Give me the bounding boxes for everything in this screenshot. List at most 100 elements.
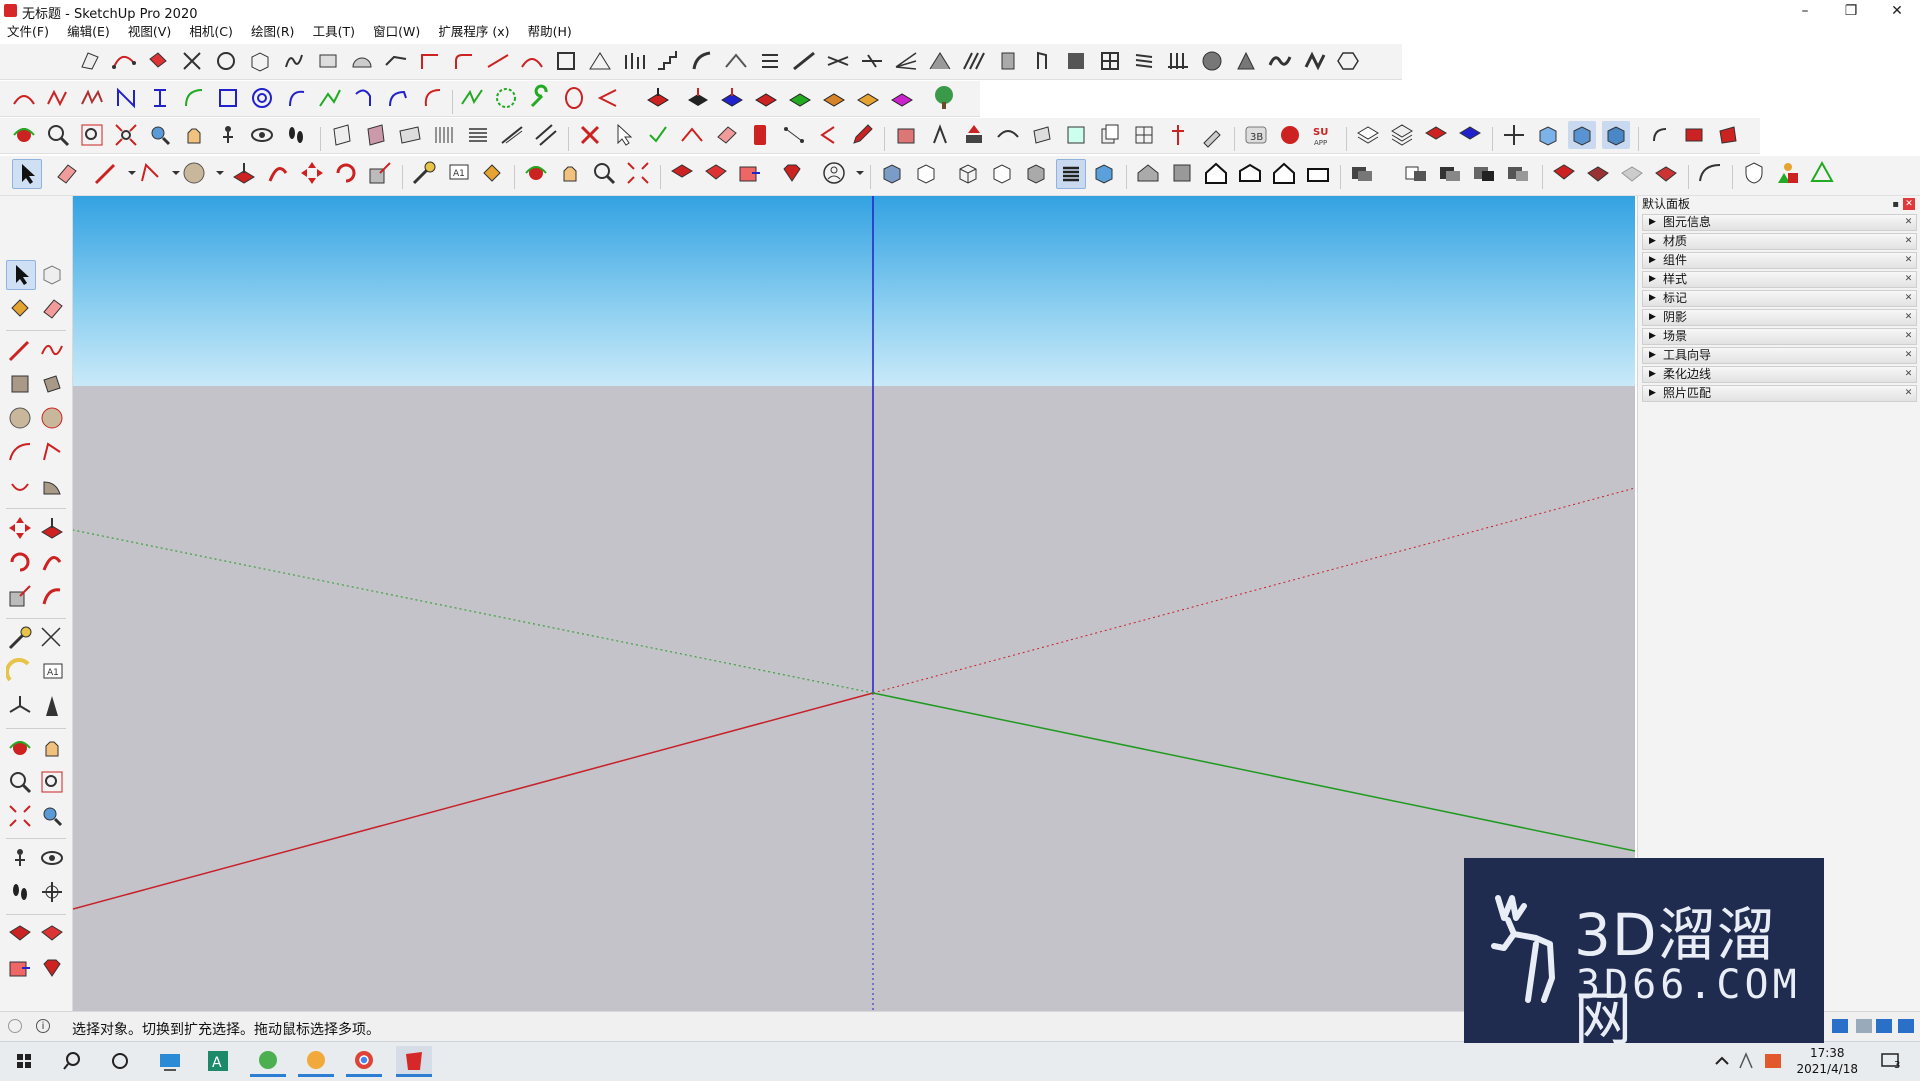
beam-icon[interactable] <box>926 121 954 149</box>
browser-green-icon[interactable] <box>250 1046 286 1077</box>
scale-icon[interactable] <box>366 159 394 187</box>
two-point-arc-icon[interactable] <box>38 438 66 466</box>
spiral-mesh-icon[interactable] <box>1300 47 1328 75</box>
xray-style-icon[interactable] <box>878 159 906 187</box>
i-beam-curve-icon[interactable] <box>146 84 174 112</box>
rectangle-icon[interactable] <box>214 84 242 112</box>
chevron-left-tool-icon[interactable] <box>814 121 842 149</box>
checker-icon[interactable] <box>1096 47 1124 75</box>
pan-icon[interactable] <box>180 121 208 149</box>
layers-icon[interactable] <box>1354 121 1382 149</box>
menu-help[interactable]: 帮助(H) <box>521 22 579 42</box>
tray-item-scenes[interactable]: ▶ 场景 ✕ <box>1642 328 1917 345</box>
tape-measure-icon[interactable] <box>410 159 438 187</box>
chevron-down-icon[interactable] <box>206 159 224 187</box>
sandbox-drape-icon[interactable] <box>1618 159 1646 187</box>
rotated-rectangle-icon[interactable] <box>38 370 66 398</box>
extrude-orange-x-icon[interactable] <box>854 84 882 112</box>
paint-tool-icon[interactable] <box>6 294 34 322</box>
components-red-icon[interactable] <box>702 159 730 187</box>
three-point-arc-icon[interactable] <box>6 472 34 500</box>
tray-item-styles[interactable]: ▶ 样式 ✕ <box>1642 271 1917 288</box>
warehouse-left-icon[interactable] <box>6 920 34 948</box>
zoom-window-left-icon[interactable] <box>38 768 66 796</box>
push-pull-left-icon[interactable] <box>38 514 66 542</box>
ruby-left-icon[interactable] <box>38 954 66 982</box>
shirt-icon[interactable] <box>1876 1019 1892 1033</box>
tray-item-soften-edges[interactable]: ▶ 柔化边线 ✕ <box>1642 366 1917 383</box>
tree-icon[interactable] <box>930 84 958 112</box>
orbit-tool-icon[interactable] <box>522 159 550 187</box>
sphere-mesh-icon[interactable] <box>1198 47 1226 75</box>
position-camera-left-icon[interactable] <box>6 844 34 872</box>
stripes-dense-icon[interactable] <box>464 121 492 149</box>
tray-item-entity-info[interactable]: ▶ 图元信息 ✕ <box>1642 214 1917 231</box>
close-button[interactable]: ✕ <box>1874 0 1920 22</box>
follow-path-icon[interactable] <box>382 47 410 75</box>
nurbs-icon[interactable] <box>458 84 486 112</box>
eraser-icon[interactable] <box>52 159 80 187</box>
zoom-window-icon[interactable] <box>78 121 106 149</box>
ruby-console-icon[interactable] <box>778 159 806 187</box>
red-stamp-2-icon[interactable] <box>1714 121 1742 149</box>
menu-extensions[interactable]: 扩展程序 (x) <box>431 22 516 42</box>
zoom-icon[interactable] <box>44 121 72 149</box>
red-x-tool-icon[interactable] <box>576 121 604 149</box>
orbit-icon[interactable] <box>10 121 38 149</box>
back-view-icon[interactable] <box>1270 159 1298 187</box>
section-fill-icon[interactable] <box>362 121 390 149</box>
zoom-tool-icon[interactable] <box>590 159 618 187</box>
panel-icon[interactable] <box>994 47 1022 75</box>
arc-cap-icon[interactable] <box>994 121 1022 149</box>
push-red-icon[interactable] <box>960 121 988 149</box>
connect-dots-icon[interactable] <box>780 121 808 149</box>
previous-view-icon[interactable] <box>146 121 174 149</box>
select-arrow-icon[interactable] <box>12 159 42 189</box>
line-pencil-icon[interactable] <box>92 159 120 187</box>
chrome-icon[interactable] <box>346 1046 382 1077</box>
extrude-green-icon[interactable] <box>786 84 814 112</box>
pie-tool-icon[interactable] <box>38 472 66 500</box>
follow-me-tool-icon[interactable] <box>38 548 66 576</box>
triangle-arc-icon[interactable] <box>594 84 622 112</box>
menu-draw[interactable]: 绘图(R) <box>244 22 301 42</box>
components-left-icon[interactable] <box>38 920 66 948</box>
close-icon[interactable]: ✕ <box>1903 331 1914 342</box>
zoom-extents-icon[interactable] <box>112 121 140 149</box>
chevron-down-icon[interactable] <box>846 159 864 187</box>
freehand-tool-icon[interactable] <box>38 336 66 364</box>
solid-subtract-icon[interactable] <box>1470 159 1498 187</box>
fan-lines-icon[interactable] <box>892 47 920 75</box>
shaded-textures-icon[interactable] <box>1056 159 1086 189</box>
grid-icon[interactable] <box>1898 1019 1914 1033</box>
circle-tool-icon[interactable] <box>6 404 34 432</box>
close-icon[interactable]: ✕ <box>1903 293 1914 304</box>
phone-tool-icon[interactable] <box>746 121 774 149</box>
monochrome-icon[interactable] <box>1090 159 1118 187</box>
front-view-icon[interactable] <box>1202 159 1230 187</box>
this-pc-icon[interactable] <box>152 1046 188 1077</box>
orbit-left-icon[interactable] <box>6 734 34 762</box>
move-axes-icon[interactable] <box>1500 121 1528 149</box>
arc-green-icon[interactable] <box>180 84 208 112</box>
close-icon[interactable]: ✕ <box>1903 217 1914 228</box>
trim-lines-icon[interactable] <box>824 47 852 75</box>
close-icon[interactable]: ✕ <box>1903 350 1914 361</box>
tape-measure-tool-icon[interactable] <box>6 624 34 652</box>
dome-icon[interactable] <box>348 47 376 75</box>
hook-icon[interactable] <box>350 84 378 112</box>
menu-file[interactable]: 文件(F) <box>0 22 56 42</box>
undo-curve-icon[interactable] <box>1646 121 1674 149</box>
app-a-icon[interactable]: A <box>200 1046 236 1077</box>
line-extend-icon[interactable] <box>484 47 512 75</box>
eraser-tool-icon[interactable] <box>38 294 66 322</box>
fence-icon[interactable] <box>1164 47 1192 75</box>
tray-item-tags[interactable]: ▶ 标记 ✕ <box>1642 290 1917 307</box>
menu-edit[interactable]: 编辑(E) <box>60 22 117 42</box>
tray-item-instructor[interactable]: ▶ 工具向导 ✕ <box>1642 347 1917 364</box>
walk-left-icon[interactable] <box>6 878 34 906</box>
roof-tile-icon[interactable] <box>926 47 954 75</box>
windows-start-icon[interactable] <box>6 1046 42 1077</box>
restore-button[interactable]: ❐ <box>1828 0 1874 22</box>
move-icon[interactable] <box>298 159 326 187</box>
